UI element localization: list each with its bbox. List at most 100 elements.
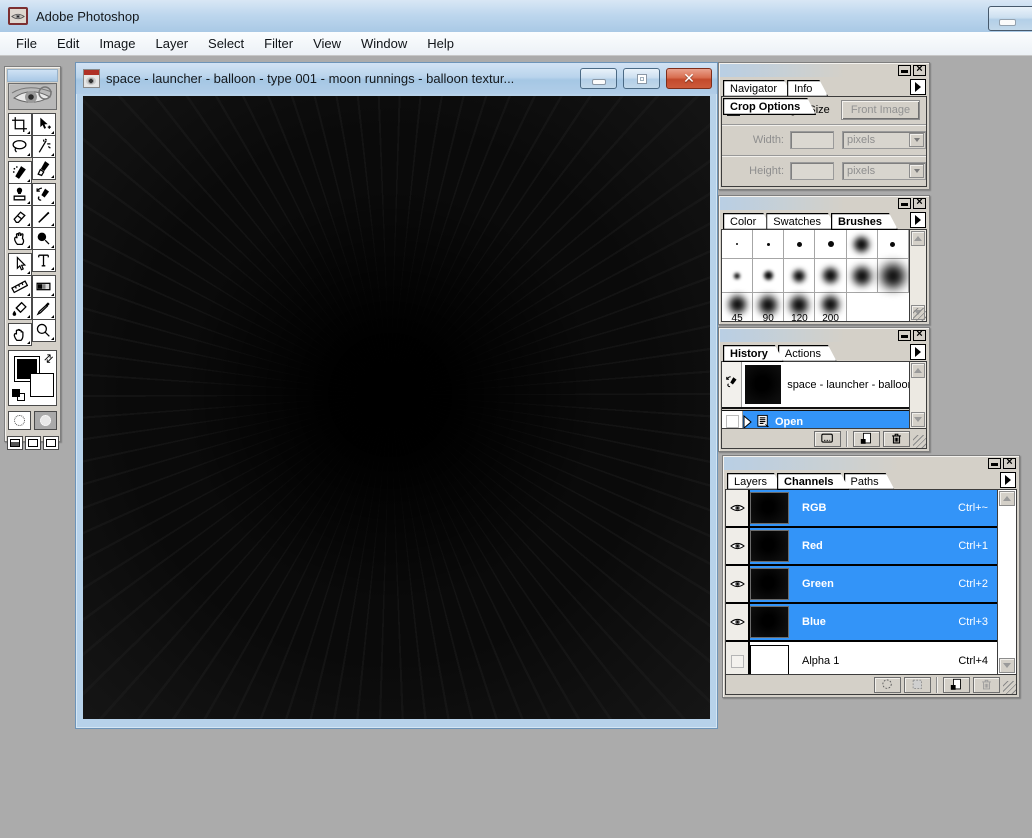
resize-grip[interactable] [1003, 681, 1016, 694]
menu-help[interactable]: Help [417, 32, 464, 55]
channel-row-green[interactable]: GreenCtrl+2 [726, 566, 997, 604]
menu-select[interactable]: Select [198, 32, 254, 55]
tab-history[interactable]: History [723, 345, 784, 362]
tool-history-brush[interactable] [32, 183, 56, 206]
brush-preset[interactable] [753, 259, 784, 293]
palette-close-button[interactable] [913, 65, 926, 76]
width-unit-select[interactable]: pixels [842, 131, 926, 149]
height-unit-select[interactable]: pixels [842, 162, 926, 180]
tab-navigator[interactable]: Navigator [723, 80, 793, 97]
menu-layer[interactable]: Layer [146, 32, 199, 55]
fullscreen-mode-button[interactable] [43, 436, 59, 450]
tool-dodge[interactable] [32, 227, 56, 250]
delete-channel-button[interactable] [973, 677, 1000, 693]
visibility-toggle[interactable] [726, 566, 750, 602]
menu-filter[interactable]: Filter [254, 32, 303, 55]
visibility-toggle[interactable] [726, 604, 750, 640]
menu-image[interactable]: Image [89, 32, 145, 55]
front-image-button[interactable]: Front Image [841, 100, 920, 120]
standard-mode-button[interactable] [8, 411, 31, 430]
palette-menu-button[interactable] [910, 344, 926, 360]
quick-mask-mode-button[interactable] [34, 411, 57, 430]
tool-zoom[interactable] [32, 319, 56, 342]
visibility-toggle[interactable] [726, 490, 750, 526]
brush-preset[interactable] [722, 230, 753, 259]
tab-channels[interactable]: Channels [777, 473, 850, 490]
tool-type[interactable] [32, 249, 56, 272]
channel-row-blue[interactable]: BlueCtrl+3 [726, 604, 997, 642]
tool-paintbrush[interactable] [32, 157, 56, 180]
brush-preset[interactable] [815, 259, 846, 293]
tab-layers[interactable]: Layers [727, 473, 783, 490]
tool-paint-bucket[interactable] [8, 297, 32, 320]
image-canvas[interactable] [83, 96, 710, 719]
window-minimize-button[interactable] [988, 6, 1032, 31]
palette-menu-button[interactable] [910, 212, 926, 228]
tool-direct-select[interactable] [8, 253, 32, 276]
document-close-button[interactable]: ✕ [666, 68, 712, 89]
brush-preset[interactable] [784, 230, 815, 259]
standard-screen-mode-button[interactable] [7, 436, 23, 450]
palette-minimize-button[interactable] [898, 198, 911, 209]
tool-airbrush[interactable] [8, 161, 32, 184]
brush-preset-120[interactable]: 120 [784, 293, 815, 322]
tool-eyedropper[interactable] [32, 297, 56, 320]
scroll-up-button[interactable] [911, 363, 925, 378]
menu-view[interactable]: View [303, 32, 351, 55]
brush-preset-45[interactable]: 45 [722, 293, 753, 322]
toolbox-drag-bar[interactable] [7, 69, 58, 82]
palette-close-button[interactable] [1003, 458, 1016, 469]
brush-preset[interactable] [878, 230, 909, 259]
background-color-swatch[interactable] [30, 373, 54, 397]
history-snapshot-row[interactable]: space - launcher - balloon ... [722, 362, 926, 407]
snapshot-thumbnail[interactable] [745, 365, 781, 404]
resize-grip[interactable] [913, 435, 926, 448]
tool-clone-stamp[interactable] [8, 183, 32, 206]
resize-grip[interactable] [913, 308, 926, 321]
fullscreen-menu-mode-button[interactable] [25, 436, 41, 450]
scroll-down-button[interactable] [911, 412, 925, 427]
tool-crop[interactable] [8, 113, 32, 136]
document-minimize-button[interactable] [580, 68, 617, 89]
palette-minimize-button[interactable] [898, 65, 911, 76]
brush-preset[interactable] [753, 230, 784, 259]
tab-swatches[interactable]: Swatches [766, 213, 837, 230]
tab-color[interactable]: Color [723, 213, 772, 230]
tab-crop-options[interactable]: Crop Options [723, 98, 816, 115]
tab-info[interactable]: Info [787, 80, 828, 97]
document-maximize-button[interactable] [623, 68, 660, 89]
history-scrollbar[interactable] [909, 362, 926, 428]
tool-measure[interactable] [8, 275, 32, 298]
delete-state-button[interactable] [883, 431, 910, 447]
tab-paths[interactable]: Paths [844, 473, 895, 490]
brush-preset[interactable] [847, 230, 878, 259]
palette-close-button[interactable] [913, 198, 926, 209]
tool-smudge[interactable] [8, 227, 32, 250]
tool-hand[interactable] [8, 323, 32, 346]
scroll-up-button[interactable] [999, 491, 1015, 506]
width-input[interactable] [790, 131, 834, 149]
menu-window[interactable]: Window [351, 32, 417, 55]
new-channel-button[interactable] [943, 677, 970, 693]
scroll-down-button[interactable] [999, 658, 1015, 673]
load-selection-button[interactable] [874, 677, 901, 693]
brush-preset[interactable] [878, 259, 909, 293]
menu-edit[interactable]: Edit [47, 32, 89, 55]
tool-eraser[interactable] [8, 205, 32, 228]
palette-close-button[interactable] [913, 330, 926, 341]
new-snapshot-button[interactable] [814, 431, 841, 447]
tab-actions[interactable]: Actions [778, 345, 837, 362]
document-titlebar[interactable]: space - launcher - balloon - type 001 - … [76, 63, 717, 94]
channels-scrollbar[interactable] [997, 490, 1016, 674]
palette-minimize-button[interactable] [898, 330, 911, 341]
history-brush-source-well[interactable] [722, 362, 742, 407]
brush-preset-90[interactable]: 90 [753, 293, 784, 322]
tool-magic-wand[interactable] [32, 135, 56, 158]
tab-brushes[interactable]: Brushes [831, 213, 898, 230]
tool-lasso[interactable] [8, 135, 32, 158]
swap-colors-icon[interactable]: ⇄ [41, 351, 57, 367]
channel-row-red[interactable]: RedCtrl+1 [726, 528, 997, 566]
menu-file[interactable]: File [6, 32, 47, 55]
palette-menu-button[interactable] [910, 79, 926, 95]
brush-preset[interactable] [847, 259, 878, 293]
